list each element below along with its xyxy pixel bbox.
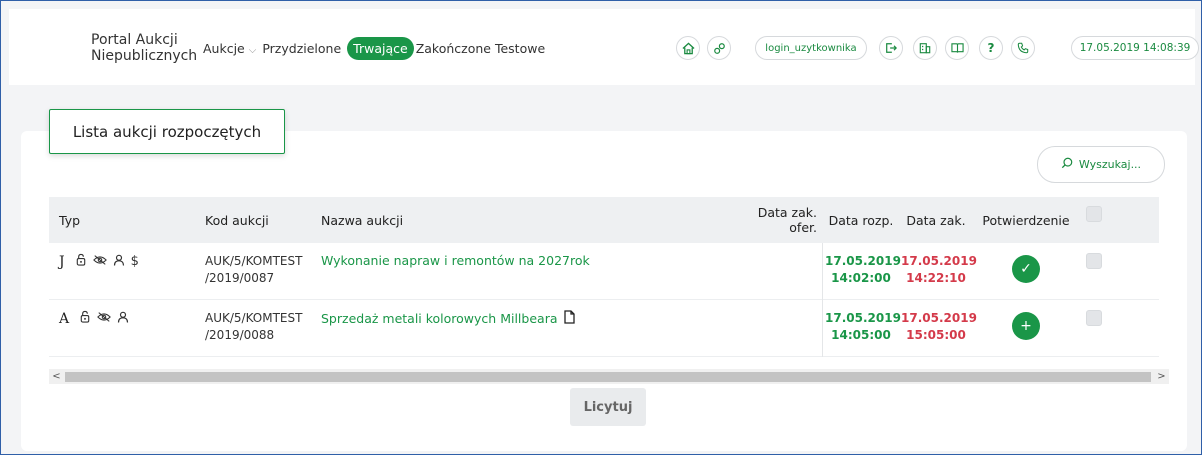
auction-code-line2: /2019/0087 xyxy=(205,271,275,285)
cell-potwierdzenie: + xyxy=(971,300,1077,340)
auction-code-line1: AUK/5/KOMTEST xyxy=(205,254,303,268)
end-date: 17.05.2019 xyxy=(901,311,977,325)
auction-table: Typ Kod aukcji Nazwa aukcji Data zak. of… xyxy=(49,197,1159,357)
auction-name-link[interactable]: Sprzedaż metali kolorowych Millbeara xyxy=(321,310,575,327)
start-time: 14:05:00 xyxy=(831,328,891,342)
auction-code-line1: AUK/5/KOMTEST xyxy=(205,311,303,325)
table-header: Typ Kod aukcji Nazwa aukcji Data zak. of… xyxy=(49,197,1159,243)
start-date: 17.05.2019 xyxy=(825,311,901,325)
app-frame: Portal Aukcji Niepublicznych Aukcje ⌵ Prz… xyxy=(0,0,1202,455)
scrollbar-thumb[interactable] xyxy=(65,372,1151,382)
logout-icon[interactable] xyxy=(879,36,903,60)
eye-slash-icon xyxy=(97,311,111,327)
cell-data-zak-ofer xyxy=(723,300,823,357)
cell-typ: A xyxy=(49,300,195,327)
phone-icon[interactable] xyxy=(1011,36,1035,60)
start-time: 14:02:00 xyxy=(831,271,891,285)
card-title: Lista aukcji rozpoczętych xyxy=(49,109,285,154)
dollar-icon: $ xyxy=(130,254,139,269)
col-header-typ[interactable]: Typ xyxy=(49,213,195,228)
col-header-nazwa[interactable]: Nazwa aukcji xyxy=(311,213,723,228)
auction-code-line2: /2019/0088 xyxy=(205,328,275,342)
nav-item-trwajace[interactable]: Trwające xyxy=(347,37,414,60)
search-icon xyxy=(1061,157,1073,173)
cell-data-rozp: 17.05.2019 14:02:00 xyxy=(823,243,901,287)
brand-line-1: Portal Aukcji xyxy=(91,32,178,48)
datetime-display: 17.05.2019 14:08:39 xyxy=(1071,36,1199,60)
auction-name-text: Sprzedaż metali kolorowych Millbeara xyxy=(321,311,558,326)
end-date: 17.05.2019 xyxy=(901,254,977,268)
cell-data-zak-ofer xyxy=(723,243,823,300)
book-icon[interactable] xyxy=(945,36,969,60)
cell-data-zak: 17.05.2019 14:22:10 xyxy=(897,243,977,287)
scroll-left-icon[interactable]: < xyxy=(49,369,64,384)
table-row[interactable]: A AUK/5/KOMTEST /2019/0088 Sprzedaż meta… xyxy=(49,300,1159,357)
scroll-right-icon[interactable]: > xyxy=(1154,369,1169,384)
chevron-down-icon: ⌵ xyxy=(248,45,257,56)
cell-nazwa: Sprzedaż metali kolorowych Millbeara xyxy=(311,300,723,327)
nav-item-aukcje[interactable]: Aukcje ⌵ xyxy=(203,41,258,56)
licytuj-button[interactable]: Licytuj xyxy=(570,388,646,426)
col-header-data-zak-ofer[interactable]: Data zak. ofer. xyxy=(723,205,823,235)
link-icon[interactable] xyxy=(707,36,731,60)
user-icon xyxy=(117,311,129,327)
cell-kod: AUK/5/KOMTEST /2019/0088 xyxy=(195,300,311,344)
cell-nazwa: Wykonanie napraw i remontów na 2027rok xyxy=(311,243,723,268)
col-header-potwierdzenie[interactable]: Potwierdzenie xyxy=(971,213,1077,228)
user-icon xyxy=(113,254,125,270)
col-header-data-rozp[interactable]: Data rozp. xyxy=(823,213,897,228)
lock-open-icon xyxy=(79,310,91,327)
confirmed-check-icon[interactable]: ✓ xyxy=(1012,255,1040,283)
end-time: 15:05:00 xyxy=(906,328,966,342)
search-label: Wyszukaj... xyxy=(1078,158,1142,171)
nav-label: Aukcje xyxy=(203,41,245,56)
select-all-checkbox[interactable] xyxy=(1077,206,1111,222)
login-button[interactable]: login_uzytkownika xyxy=(755,36,867,60)
horizontal-scrollbar[interactable]: < > xyxy=(49,369,1169,384)
end-time: 14:22:10 xyxy=(906,271,966,285)
type-letter: A xyxy=(59,311,70,327)
row-checkbox[interactable] xyxy=(1077,243,1111,269)
help-icon[interactable]: ? xyxy=(979,36,1003,60)
nav-item-zakonczone[interactable]: Zakończone xyxy=(416,41,491,56)
brand-line-2: Niepublicznych xyxy=(91,48,198,64)
col-header-kod[interactable]: Kod aukcji xyxy=(195,213,311,228)
cell-data-rozp: 17.05.2019 14:05:00 xyxy=(823,300,901,344)
home-icon[interactable] xyxy=(676,36,700,60)
nav-item-przydzielone[interactable]: Przydzielone xyxy=(262,41,341,56)
cell-data-zak: 17.05.2019 15:05:00 xyxy=(897,300,977,344)
row-checkbox[interactable] xyxy=(1077,300,1111,326)
document-icon[interactable] xyxy=(563,310,575,327)
search-button[interactable]: Wyszukaj... xyxy=(1037,146,1165,183)
confirm-plus-icon[interactable]: + xyxy=(1012,312,1040,340)
brand-logo[interactable]: Portal Aukcji Niepublicznych xyxy=(91,32,197,64)
lock-open-icon xyxy=(75,253,87,270)
table-row[interactable]: J $ AUK/5/KOMTEST /2019/0087 Wykonanie n… xyxy=(49,243,1159,300)
type-letter: J xyxy=(59,254,65,270)
nav-item-testowe[interactable]: Testowe xyxy=(495,41,545,56)
start-date: 17.05.2019 xyxy=(825,254,901,268)
building-icon[interactable] xyxy=(913,36,937,60)
auction-name-link[interactable]: Wykonanie napraw i remontów na 2027rok xyxy=(321,253,590,268)
cell-typ: J $ xyxy=(49,243,195,270)
main-nav: Aukcje ⌵ Przydzielone Trwające Zakończone… xyxy=(203,37,549,60)
eye-slash-icon xyxy=(92,254,107,270)
cell-kod: AUK/5/KOMTEST /2019/0087 xyxy=(195,243,311,287)
col-header-data-zak[interactable]: Data zak. xyxy=(897,213,971,228)
cell-potwierdzenie: ✓ xyxy=(971,243,1077,283)
